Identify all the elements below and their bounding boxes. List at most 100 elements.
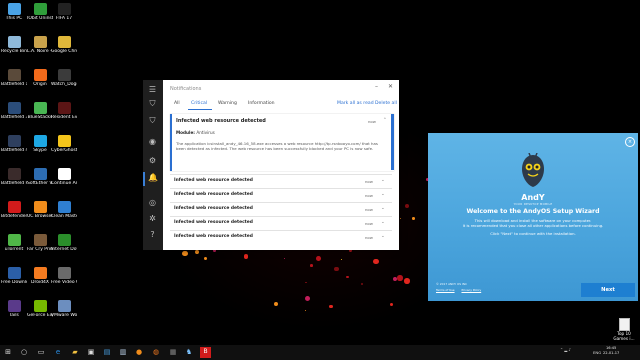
desktop-icon[interactable]: CyberGhost 6: [51, 135, 77, 153]
app-icon-3[interactable]: ▦: [168, 347, 178, 357]
volume-icon[interactable]: ♪: [569, 347, 571, 352]
desktop-icon[interactable]: This PC: [1, 3, 27, 21]
desktop-icon[interactable]: Clean Master: [51, 201, 77, 219]
desktop-icon[interactable]: Tails: [1, 300, 27, 318]
desktop-icon[interactable]: Watch_Dogs 2: [51, 69, 77, 87]
next-button[interactable]: Next: [581, 283, 635, 297]
notification-row[interactable]: Infected web resource detected now ⌄: [170, 202, 392, 215]
settings-icon[interactable]: ✲: [148, 214, 157, 223]
store-icon[interactable]: ▣: [86, 347, 96, 357]
notification-row[interactable]: Infected web resource detected now ⌄: [170, 188, 392, 201]
privacy-link[interactable]: Privacy Policy: [461, 288, 481, 292]
desktop-icon[interactable]: Origin: [27, 69, 53, 87]
wizard-links: Terms of Use Privacy Policy: [436, 288, 487, 292]
delete-all-link[interactable]: Delete all: [375, 101, 397, 106]
desktop-icon[interactable]: Battlefield 3: [1, 102, 27, 120]
desktop-icon[interactable]: Continue AndyOS...: [51, 168, 77, 186]
andy-taskbar-icon[interactable]: ♞: [184, 347, 194, 357]
tab-all[interactable]: All: [174, 101, 180, 106]
chevron-down-icon[interactable]: ⌄: [381, 220, 385, 225]
scrollbar[interactable]: [391, 114, 394, 170]
app-icon-2[interactable]: ▥: [118, 347, 128, 357]
network-icon[interactable]: ▂: [564, 347, 567, 352]
desktop-icon[interactable]: Free Video Cutter Joiner: [51, 267, 77, 285]
utilities-icon[interactable]: ⚙: [148, 156, 157, 165]
chevron-down-icon[interactable]: ⌄: [381, 234, 385, 239]
task-view-icon[interactable]: ▭: [36, 347, 46, 357]
menu-icon[interactable]: ☰: [148, 85, 157, 94]
firefox-icon[interactable]: ●: [134, 347, 144, 357]
splatter-dot: [274, 302, 279, 307]
search-icon[interactable]: ○: [19, 347, 29, 357]
desktop-icon[interactable]: Battlefield Hardline: [1, 168, 27, 186]
tab-critical[interactable]: Critical: [191, 101, 207, 106]
chevron-up-icon[interactable]: ⌃: [560, 347, 563, 352]
desktop-icon[interactable]: Droid4X: [27, 267, 53, 285]
desktop-icon[interactable]: Internet Downlo...: [51, 234, 77, 252]
notification-row[interactable]: Infected web resource detected now ⌄: [170, 174, 392, 187]
desktop-icon[interactable]: Free Downloa...: [1, 267, 27, 285]
desktop-icon[interactable]: uTorrent: [1, 234, 27, 252]
chevron-down-icon[interactable]: ⌄: [381, 178, 385, 183]
origin-icon[interactable]: ◍: [151, 347, 161, 357]
splatter-dot: [329, 305, 333, 309]
app-icon: [33, 168, 47, 180]
file-explorer-icon[interactable]: ▰: [70, 347, 80, 357]
tab-information[interactable]: Information: [248, 101, 275, 106]
app-icon: [57, 3, 71, 15]
system-tray: ⌃ ▂ ♪: [560, 347, 571, 358]
desktop-icon-label: SoftEther VPN Clie...: [27, 181, 53, 186]
desktop-icon[interactable]: Resident Evil 7 Biohaz...: [51, 102, 77, 120]
desktop-icon[interactable]: Far Cry Primal: [27, 234, 53, 252]
desktop-icon[interactable]: Bitdefender 2017: [1, 201, 27, 219]
desktop-icon[interactable]: Recycle Bin: [1, 36, 27, 54]
minimize-button[interactable]: –: [375, 83, 378, 90]
bitdefender-taskbar-icon[interactable]: B: [200, 347, 211, 358]
notification-row[interactable]: Infected web resource detected now ⌄: [170, 216, 392, 229]
privacy-icon[interactable]: ◉: [148, 137, 157, 146]
tab-warning[interactable]: Warning: [218, 101, 237, 106]
notification-row[interactable]: Infected web resource detected now ⌄: [170, 230, 392, 243]
desktop-icon[interactable]: Battlefield 4: [1, 135, 27, 153]
shield-icon-2[interactable]: ⛉: [148, 116, 157, 125]
desktop-icon[interactable]: BlueStacks: [27, 102, 53, 120]
app-icon-1[interactable]: ▤: [102, 347, 112, 357]
row-time: now: [365, 193, 373, 198]
desktop-icon[interactable]: Battlefield 1: [1, 69, 27, 87]
close-button[interactable]: ✕: [388, 83, 393, 90]
edge-icon[interactable]: e: [53, 347, 63, 357]
desktop-icon-label: UC Browser: [27, 214, 53, 219]
splatter-dot: [373, 258, 379, 265]
app-icon: [33, 234, 47, 246]
chevron-down-icon[interactable]: ⌄: [381, 192, 385, 197]
shield-icon[interactable]: ⛉: [148, 99, 157, 108]
chevron-up-icon[interactable]: ⌃: [383, 118, 387, 123]
desktop-icon[interactable]: L.A. Noire - Complet...: [27, 36, 53, 54]
app-icon: [33, 69, 47, 81]
terms-link[interactable]: Terms of Use: [436, 288, 455, 292]
account-icon[interactable]: ◎: [148, 198, 157, 207]
desktop-file-label: Top 10 Games i...: [613, 331, 635, 341]
app-icon: [57, 267, 71, 279]
desktop-icon[interactable]: UC Browser: [27, 201, 53, 219]
desktop-icon-label: Droid4X: [30, 280, 50, 285]
mark-all-read-link[interactable]: Mark all as read: [337, 101, 374, 106]
start-button[interactable]: ⊞: [3, 347, 13, 357]
desktop-file-icon[interactable]: Top 10 Games i...: [612, 318, 636, 341]
splatter-dot: [203, 256, 207, 261]
desktop-icon[interactable]: VMware Workstation: [51, 300, 77, 318]
desktop-icon[interactable]: FIFA 17: [51, 3, 77, 21]
expanded-notification[interactable]: Infected web resource detected now ⌃ Mod…: [170, 114, 394, 171]
chevron-down-icon[interactable]: ⌄: [381, 206, 385, 211]
desktop-icon[interactable]: Google Chrome: [51, 36, 77, 54]
notifications-bell-icon[interactable]: 🔔: [148, 173, 158, 182]
desktop-icon[interactable]: IObit Uninstaller: [27, 3, 53, 21]
wizard-copyright: © 2017 ANDY OS INC: [436, 282, 468, 286]
help-icon[interactable]: ?: [148, 230, 157, 239]
language-indicator[interactable]: ENG: [593, 350, 601, 355]
clock[interactable]: 16:45 22-01-17: [603, 346, 619, 355]
desktop-icon[interactable]: GeForce Experience: [27, 300, 53, 318]
desktop-icon[interactable]: Skype: [27, 135, 53, 153]
desktop-icon[interactable]: SoftEther VPN Clie...: [27, 168, 53, 186]
wizard-close-button[interactable]: ×: [625, 137, 635, 147]
